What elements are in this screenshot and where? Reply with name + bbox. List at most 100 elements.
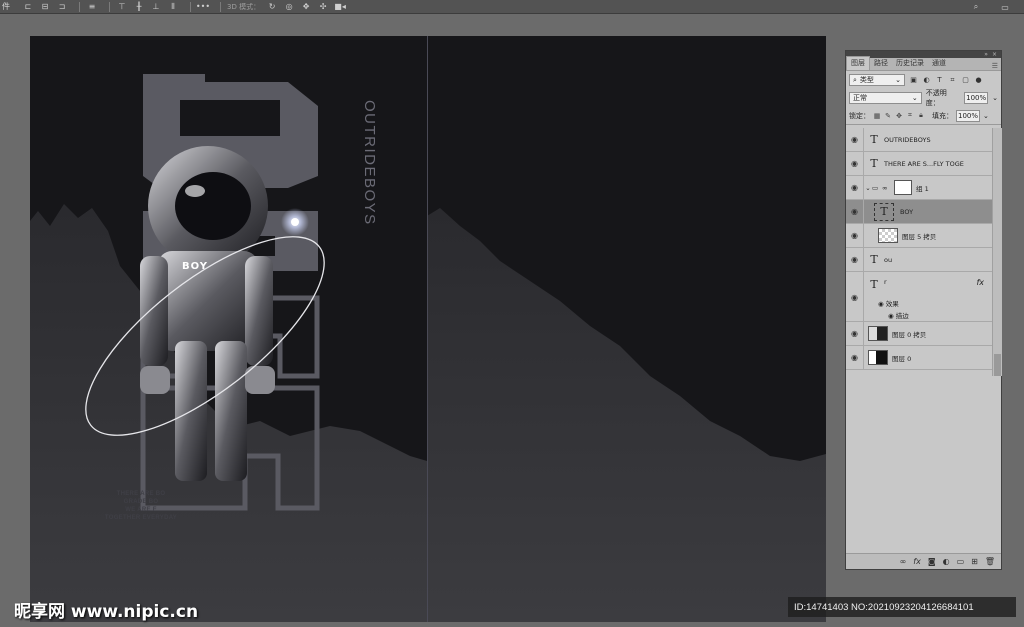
lock-all-icon[interactable]: 🔒︎ xyxy=(917,111,925,120)
layer-name: 组 1 xyxy=(916,184,929,193)
eye-icon[interactable]: ◉ xyxy=(846,345,864,370)
text-layer-icon: T xyxy=(870,133,878,146)
layer-row[interactable]: ◉ 图层 0 拷贝 xyxy=(846,321,992,346)
align-top-icon[interactable]: ⊤ xyxy=(116,1,128,13)
eye-icon[interactable]: ◉ xyxy=(846,199,864,224)
lock-transparent-icon[interactable]: ▦ xyxy=(873,111,881,120)
distribute-v-icon[interactable]: ⦀ xyxy=(167,1,179,13)
search-icon: ⌕ xyxy=(853,75,857,84)
chevron-down-icon: ⌄ xyxy=(911,94,918,102)
eye-icon[interactable]: ◉ xyxy=(846,175,864,200)
video-icon[interactable]: ■◂ xyxy=(334,1,346,13)
eye-icon[interactable]: ◉ xyxy=(846,321,864,346)
effects-row[interactable]: ◉ 效果 xyxy=(878,298,899,308)
shape-filter-icon[interactable]: ⌗ xyxy=(948,76,957,85)
fx-icon[interactable]: fx xyxy=(976,278,984,287)
blend-mode-value: 正常 xyxy=(853,94,867,102)
distribute-icon[interactable]: ≡ xyxy=(86,1,98,13)
lock-position-icon[interactable]: ✥ xyxy=(895,111,903,120)
eye-icon[interactable]: ◉ xyxy=(846,151,864,176)
link-layers-icon[interactable]: ∞ xyxy=(900,557,907,566)
stroke-label: 描边 xyxy=(895,312,909,320)
eye-icon[interactable]: ◉ xyxy=(846,272,864,322)
layer-row[interactable]: ◉ 图层 5 拷贝 xyxy=(846,223,992,248)
layer-row[interactable]: ◉ T ou xyxy=(846,247,992,272)
adjustment-filter-icon[interactable]: ◐ xyxy=(922,76,931,85)
eye-icon[interactable]: ◉ xyxy=(878,300,884,308)
workspace-icon[interactable]: ▭ xyxy=(999,1,1011,13)
slide-icon[interactable]: ✣ xyxy=(317,1,329,13)
align-bottom-icon[interactable]: ⊥ xyxy=(150,1,162,13)
close-icon[interactable]: × xyxy=(992,51,997,58)
orbit-icon[interactable]: ↻ xyxy=(266,1,278,13)
eye-icon[interactable]: ◉ xyxy=(888,312,894,320)
layer-row[interactable]: ◉ T THERE ARE S...FLY TOGE xyxy=(846,151,992,176)
image-filter-icon[interactable]: ▣ xyxy=(909,76,918,85)
chevron-down-icon[interactable]: ⌄ xyxy=(983,112,989,120)
lock-artboard-icon[interactable]: ⌗ xyxy=(906,111,914,120)
search-icon[interactable]: ⌕ xyxy=(970,1,982,13)
align-left-icon[interactable]: ⊏ xyxy=(22,1,34,13)
filter-row: ⌕ 类型 ⌄ ▣ ◐ T ⌗ ▢ ● xyxy=(846,71,1001,89)
add-style-icon[interactable]: fx xyxy=(913,557,921,566)
layer-row[interactable]: ◉ ⌄ ▭ ∞ 组 1 xyxy=(846,175,992,200)
filter-kind-select[interactable]: ⌕ 类型 ⌄ xyxy=(849,74,905,86)
tab-channels[interactable]: 通道 xyxy=(928,57,950,70)
folder-icon: ▭ xyxy=(872,183,879,192)
layer-row[interactable]: ◉ T r fx ◉ 效果 ◉ 描边 xyxy=(846,272,992,322)
chevron-down-icon: ⌄ xyxy=(895,76,901,84)
more-icon[interactable]: ••• xyxy=(196,1,210,13)
layers-scrollbar[interactable] xyxy=(992,128,1002,376)
fill-input[interactable]: 100% xyxy=(956,109,980,122)
divider xyxy=(220,1,221,12)
collapse-icon[interactable]: » xyxy=(984,51,988,58)
adjustment-layer-icon[interactable]: ◐ xyxy=(943,557,950,566)
align-center-icon[interactable]: ⊟ xyxy=(39,1,51,13)
tab-history[interactable]: 历史记录 xyxy=(892,57,928,70)
layer-name: 图层 0 拷贝 xyxy=(892,330,927,339)
layers-list: ◉ T OUTRIDEBOYS ◉ T THERE ARE S...FLY TO… xyxy=(846,127,992,376)
mask-thumbnail[interactable] xyxy=(894,180,912,195)
new-layer-icon[interactable]: ⊞ xyxy=(971,557,978,566)
fill-label: 填充： xyxy=(932,111,953,120)
lock-paint-icon[interactable]: ✎ xyxy=(884,111,892,120)
pan-icon[interactable]: ✥ xyxy=(300,1,312,13)
layer-row[interactable]: ◉ T OUTRIDEBOYS xyxy=(846,127,992,152)
guide-line xyxy=(427,36,428,622)
scrollbar-thumb[interactable] xyxy=(994,354,1001,376)
layer-row-selected[interactable]: ◉ T BOY xyxy=(846,199,992,224)
chevron-down-icon[interactable]: ⌄ xyxy=(992,94,998,102)
trash-icon[interactable]: 🗑︎ xyxy=(985,557,995,566)
link-icon: ∞ xyxy=(882,183,888,192)
smoke-artwork xyxy=(30,74,826,622)
document-canvas[interactable]: OUTRIDEBOYS BOY THERE ARE BO GRADE BO WE… xyxy=(30,36,826,622)
text-filter-icon[interactable]: T xyxy=(935,76,944,85)
layer-name: OUTRIDEBOYS xyxy=(884,135,931,144)
smart-object-filter-icon[interactable]: ▢ xyxy=(961,76,970,85)
roll-icon[interactable]: ◎ xyxy=(283,1,295,13)
new-group-icon[interactable]: ▭ xyxy=(957,557,965,566)
blend-mode-select[interactable]: 正常 ⌄ xyxy=(849,92,922,104)
site-watermark: 昵享网 www.nipic.cn xyxy=(14,602,199,622)
small-slogan-text: THERE ARE BO GRADE BO WE ARE F TOGETHER … xyxy=(104,491,178,521)
lock-row: 锁定： ▦ ✎ ✥ ⌗ 🔒︎ 填充： 100% ⌄ xyxy=(846,107,1001,125)
eye-icon[interactable]: ◉ xyxy=(846,247,864,272)
panel-menu-icon[interactable]: ☰ xyxy=(992,62,998,70)
layer-thumbnail xyxy=(868,350,888,365)
layer-thumbnail xyxy=(868,326,888,341)
text-layer-icon: T xyxy=(870,278,878,291)
eye-icon[interactable]: ◉ xyxy=(846,223,864,248)
tab-layers[interactable]: 图层 xyxy=(846,56,870,70)
align-middle-icon[interactable]: ╫ xyxy=(133,1,145,13)
fill-value: 100% xyxy=(958,111,979,120)
expand-chevron-icon[interactable]: ⌄ xyxy=(864,184,872,192)
layer-row[interactable]: ◉ 图层 0 xyxy=(846,345,992,370)
add-mask-icon[interactable]: ◙ xyxy=(928,557,936,566)
tab-paths[interactable]: 路径 xyxy=(870,57,892,70)
filter-toggle-icon[interactable]: ● xyxy=(974,76,983,85)
stroke-effect-row[interactable]: ◉ 描边 xyxy=(888,310,909,320)
align-right-icon[interactable]: ⊐ xyxy=(56,1,68,13)
eye-icon[interactable]: ◉ xyxy=(846,127,864,152)
text-layer-icon: T xyxy=(870,253,878,266)
opacity-input[interactable]: 100% xyxy=(964,92,989,104)
